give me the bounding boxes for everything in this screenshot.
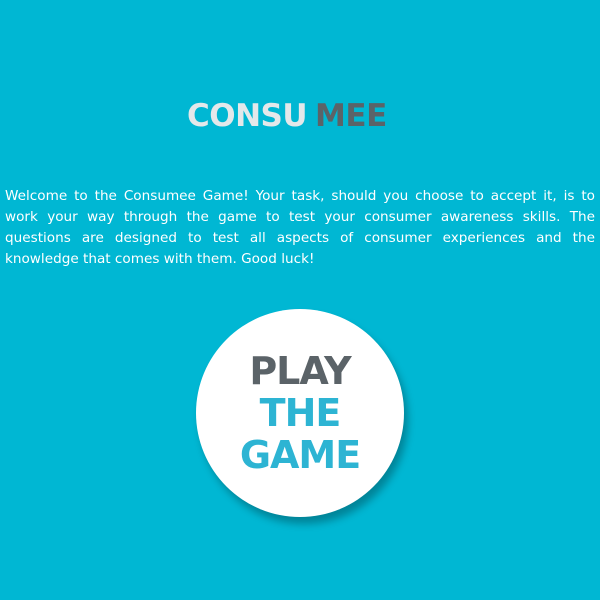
welcome-text: Welcome to the Consumee Game! Your task,… bbox=[5, 188, 595, 267]
game-start-screen: CONSU MEE Welcome to the Consumee Game! … bbox=[0, 0, 600, 600]
play-button-label-the: THE bbox=[259, 391, 342, 435]
play-button-label-play: PLAY bbox=[249, 349, 351, 393]
logo-text-mee: MEE bbox=[315, 98, 387, 134]
play-the-game-button[interactable]: PLAY THE GAME bbox=[196, 309, 404, 517]
play-button-label-game: GAME bbox=[239, 433, 361, 477]
logo-text-consu: CONSU bbox=[187, 98, 308, 134]
consumee-logo: CONSU MEE bbox=[187, 96, 387, 136]
